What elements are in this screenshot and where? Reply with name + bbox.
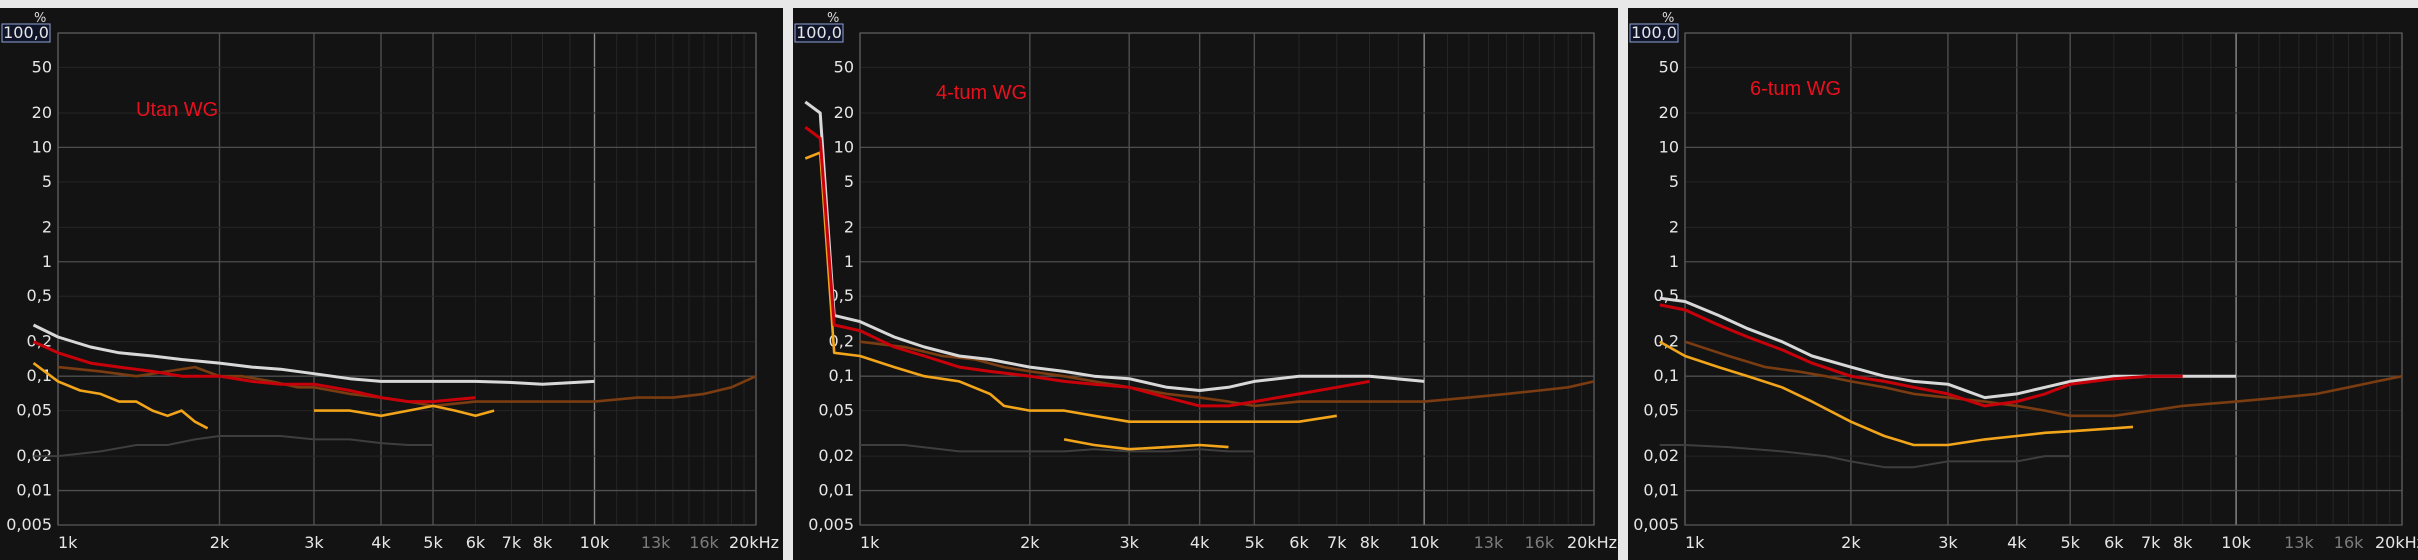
y-tick-label: 20 — [32, 103, 52, 122]
panel-title: 4-tum WG — [936, 82, 1027, 104]
x-tick-label: 5k — [1245, 533, 1265, 552]
y-top-value: 100,0 — [1631, 23, 1677, 42]
y-top-value: 100,0 — [3, 23, 49, 42]
y-tick-label: 1 — [42, 252, 52, 271]
chart-panel-2: 5020105210,50,20,10,050,020,010,005%100,… — [793, 8, 1618, 560]
x-tick-label: 1k — [58, 533, 78, 552]
x-tick-label: 10k — [1409, 533, 1439, 552]
y-tick-label: 0,005 — [1633, 515, 1679, 534]
x-tick-label: 8k — [2173, 533, 2193, 552]
y-tick-label: 10 — [32, 137, 52, 156]
y-tick-label: 10 — [834, 137, 854, 156]
y-tick-label: 0,2 — [1654, 332, 1679, 351]
x-tick-label: 6k — [2104, 533, 2124, 552]
x-tick-label: 13k — [1474, 533, 1504, 552]
x-tick-label: 13k — [2284, 533, 2314, 552]
x-tick-label: 2k — [1020, 533, 1040, 552]
y-tick-label: 0,1 — [829, 366, 854, 385]
x-tick-label: 5k — [2060, 533, 2080, 552]
y-tick-label: 0,005 — [6, 515, 52, 534]
chart-panel-1: 5020105210,50,20,10,050,020,010,005%100,… — [0, 8, 783, 560]
y-tick-label: 10 — [1659, 137, 1679, 156]
x-tick-label: 3k — [304, 533, 324, 552]
x-tick-label: 5k — [423, 533, 443, 552]
x-tick-label: 8k — [533, 533, 553, 552]
y-tick-label: 50 — [1659, 57, 1679, 76]
y-tick-label: 0,01 — [16, 481, 52, 500]
x-tick-label: 16k — [2334, 533, 2364, 552]
panel-title: 6-tum WG — [1750, 78, 1841, 100]
y-tick-label: 2 — [844, 217, 854, 236]
x-tick-label: 1k — [1685, 533, 1705, 552]
x-tick-label: 20kHz — [1567, 533, 1617, 552]
x-tick-label: 4k — [2007, 533, 2027, 552]
y-tick-label: 0,1 — [1654, 366, 1679, 385]
panel-background — [793, 8, 1618, 560]
y-tick-label: 0,01 — [818, 481, 854, 500]
y-tick-label: 0,02 — [818, 446, 854, 465]
x-tick-label: 7k — [1327, 533, 1347, 552]
x-tick-label: 16k — [1525, 533, 1555, 552]
x-tick-label: 4k — [1190, 533, 1210, 552]
x-tick-label: 20kHz — [729, 533, 779, 552]
x-tick-label: 3k — [1119, 533, 1139, 552]
x-tick-label: 13k — [641, 533, 671, 552]
panel-title: Utan WG — [136, 99, 218, 121]
y-tick-label: 0,05 — [1643, 401, 1679, 420]
y-tick-label: 5 — [844, 172, 854, 191]
distortion-comparison-figure: 5020105210,50,20,10,050,020,010,005%100,… — [0, 0, 2418, 560]
x-tick-label: 3k — [1938, 533, 1958, 552]
y-tick-label: 2 — [1669, 217, 1679, 236]
y-tick-label: 50 — [32, 57, 52, 76]
y-tick-label: 0,01 — [1643, 481, 1679, 500]
y-tick-label: 20 — [1659, 103, 1679, 122]
x-tick-label: 2k — [210, 533, 230, 552]
y-tick-label: 5 — [42, 172, 52, 191]
chart-panel-3: 5020105210,50,20,10,050,020,010,005%100,… — [1628, 8, 2418, 560]
y-tick-label: 0,02 — [1643, 446, 1679, 465]
panel-divider — [783, 0, 793, 560]
x-tick-label: 8k — [1360, 533, 1380, 552]
y-top-value: 100,0 — [796, 23, 842, 42]
y-tick-label: 2 — [42, 217, 52, 236]
x-tick-label: 7k — [2141, 533, 2161, 552]
y-tick-label: 0,5 — [1654, 286, 1679, 305]
panel-background — [1628, 8, 2418, 560]
y-tick-label: 0,005 — [808, 515, 854, 534]
y-tick-label: 0,5 — [27, 286, 52, 305]
panel-divider — [1618, 0, 1628, 560]
x-tick-label: 6k — [466, 533, 486, 552]
y-tick-label: 5 — [1669, 172, 1679, 191]
x-tick-label: 16k — [689, 533, 719, 552]
x-tick-label: 10k — [580, 533, 610, 552]
x-tick-label: 7k — [502, 533, 522, 552]
y-tick-label: 0,05 — [16, 401, 52, 420]
x-tick-label: 10k — [2221, 533, 2251, 552]
y-tick-label: 50 — [834, 57, 854, 76]
x-tick-label: 1k — [860, 533, 880, 552]
y-tick-label: 0,05 — [818, 401, 854, 420]
y-tick-label: 1 — [1669, 252, 1679, 271]
x-tick-label: 4k — [371, 533, 391, 552]
y-tick-label: 20 — [834, 103, 854, 122]
x-tick-label: 6k — [1289, 533, 1309, 552]
panel-background — [0, 8, 783, 560]
y-tick-label: 1 — [844, 252, 854, 271]
x-tick-label: 20kHz — [2375, 533, 2418, 552]
x-tick-label: 2k — [1841, 533, 1861, 552]
